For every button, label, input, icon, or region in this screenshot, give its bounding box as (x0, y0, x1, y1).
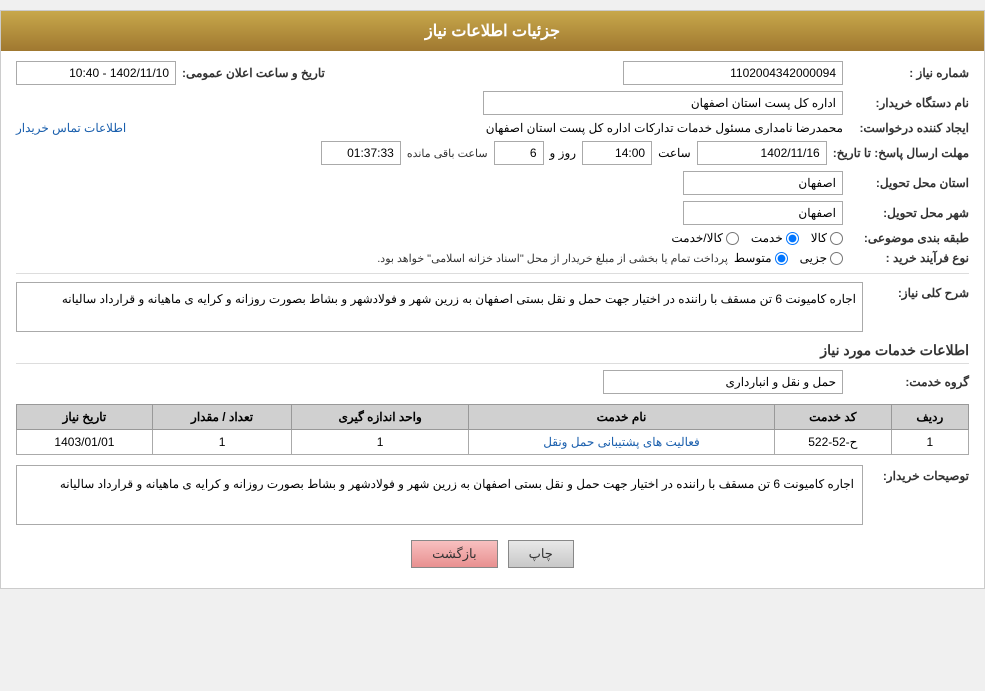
response-deadline-label: مهلت ارسال پاسخ: تا تاریخ: (833, 146, 969, 160)
requester-value: محمدرضا نامداری مسئول خدمات تداركات ادار… (132, 121, 843, 135)
category-radio-kala: کالا (811, 231, 843, 245)
buyer-desc-text: اجاره کامیونت 6 تن مسقف با راننده در اخت… (60, 477, 854, 491)
category-label: طبقه بندی موضوعی: (849, 231, 969, 245)
response-time-input (582, 141, 652, 165)
city-label: شهر محل تحویل: (849, 206, 969, 220)
category-radio-khedmat: خدمت (751, 231, 799, 245)
cell-date: 1403/01/01 (17, 430, 153, 455)
radio-khedmat-label: خدمت (751, 231, 783, 245)
row-service-group: گروه خدمت: (16, 370, 969, 394)
purchase-type-label: نوع فرآیند خرید : (849, 251, 969, 265)
table-row: 1 ح-52-522 فعالیت های پشتیبانی حمل ونقل … (17, 430, 969, 455)
print-button[interactable]: چاپ (508, 540, 574, 568)
row-need-description: شرح کلی نیاز: اجاره کامیونت 6 تن مسقف با… (16, 282, 969, 332)
response-date-input (697, 141, 827, 165)
services-table-container: ردیف کد خدمت نام خدمت واحد اندازه گیری ت… (16, 404, 969, 455)
cell-unit: 1 (292, 430, 469, 455)
need-description-label: شرح کلی نیاز: (869, 282, 969, 300)
row-purchase-type: نوع فرآیند خرید : جزیی متوسط پرداخت تمام… (16, 251, 969, 265)
announce-date-label: تاریخ و ساعت اعلان عمومی: (182, 66, 325, 80)
radio-jozi[interactable] (830, 252, 843, 265)
need-description-box: اجاره کامیونت 6 تن مسقف با راننده در اخت… (16, 282, 863, 332)
province-input (683, 171, 843, 195)
purchase-type-motavaset: متوسط (734, 251, 788, 265)
response-days-input (494, 141, 544, 165)
row-buyer-desc: توصیحات خریدار: اجاره کامیونت 6 تن مسقف … (16, 465, 969, 525)
contact-link[interactable]: اطلاعات تماس خریدار (16, 121, 126, 135)
row-requester: ایجاد کننده درخواست: محمدرضا نامداری مسئ… (16, 121, 969, 135)
response-days-label: روز و (550, 146, 577, 160)
radio-kala-khedmat-label: کالا/خدمت (671, 231, 722, 245)
need-number-input[interactable] (623, 61, 843, 85)
col-unit: واحد اندازه گیری (292, 405, 469, 430)
service-info-section-title: اطلاعات خدمات مورد نیاز (16, 342, 969, 364)
row-deadline: مهلت ارسال پاسخ: تا تاریخ: ساعت روز و سا… (16, 141, 969, 165)
purchase-type-note: پرداخت تمام یا بخشی از مبلغ خریدار از مح… (16, 252, 728, 265)
radio-kala-khedmat[interactable] (726, 232, 739, 245)
col-service-name: نام خدمت (468, 405, 774, 430)
radio-kala[interactable] (830, 232, 843, 245)
row-need-number: شماره نیاز : تاریخ و ساعت اعلان عمومی: (16, 61, 969, 85)
province-label: استان محل تحویل: (849, 176, 969, 190)
radio-khedmat[interactable] (786, 232, 799, 245)
need-description-text: اجاره کامیونت 6 تن مسقف با راننده در اخت… (62, 292, 856, 306)
row-city: شهر محل تحویل: (16, 201, 969, 225)
page-title: جزئیات اطلاعات نیاز (425, 23, 560, 40)
cell-quantity: 1 (152, 430, 291, 455)
buyer-desc-label: توصیحات خریدار: (869, 465, 969, 483)
content-area: شماره نیاز : تاریخ و ساعت اعلان عمومی: ن… (1, 51, 984, 588)
announce-date-input (16, 61, 176, 85)
page-container: جزئیات اطلاعات نیاز شماره نیاز : تاریخ و… (0, 10, 985, 589)
category-radio-kala-khedmat: کالا/خدمت (671, 231, 738, 245)
response-remaining-label: ساعت باقی مانده (407, 147, 488, 160)
radio-jozi-label: جزیی (800, 251, 827, 265)
cell-row-num: 1 (891, 430, 968, 455)
service-name-link[interactable]: فعالیت های پشتیبانی حمل ونقل (543, 435, 700, 449)
col-row-num: ردیف (891, 405, 968, 430)
radio-motavaset-label: متوسط (734, 251, 772, 265)
response-remaining-input (321, 141, 401, 165)
need-number-label: شماره نیاز : (849, 66, 969, 80)
cell-service-name: فعالیت های پشتیبانی حمل ونقل (468, 430, 774, 455)
requester-label: ایجاد کننده درخواست: (849, 121, 969, 135)
col-quantity: تعداد / مقدار (152, 405, 291, 430)
col-date: تاریخ نیاز (17, 405, 153, 430)
row-buyer-org: نام دستگاه خریدار: (16, 91, 969, 115)
radio-motavaset[interactable] (775, 252, 788, 265)
col-service-code: کد خدمت (775, 405, 892, 430)
page-header: جزئیات اطلاعات نیاز (1, 11, 984, 51)
response-time-label: ساعت (658, 146, 691, 160)
back-button[interactable]: بازگشت (411, 540, 497, 568)
buyer-org-input (483, 91, 843, 115)
service-group-input (603, 370, 843, 394)
table-header-row: ردیف کد خدمت نام خدمت واحد اندازه گیری ت… (17, 405, 969, 430)
purchase-type-jozi: جزیی (800, 251, 843, 265)
category-radio-group: کالا خدمت کالا/خدمت (671, 231, 843, 245)
purchase-type-radio-group: جزیی متوسط (734, 251, 843, 265)
service-group-label: گروه خدمت: (849, 375, 969, 389)
buyer-org-label: نام دستگاه خریدار: (849, 96, 969, 110)
cell-service-code: ح-52-522 (775, 430, 892, 455)
radio-kala-label: کالا (811, 231, 827, 245)
buyer-desc-box: اجاره کامیونت 6 تن مسقف با راننده در اخت… (16, 465, 863, 525)
city-input (683, 201, 843, 225)
services-table: ردیف کد خدمت نام خدمت واحد اندازه گیری ت… (16, 404, 969, 455)
button-row: چاپ بازگشت (16, 540, 969, 568)
row-category: طبقه بندی موضوعی: کالا خدمت کالا/خدمت (16, 231, 969, 245)
row-province: استان محل تحویل: (16, 171, 969, 195)
